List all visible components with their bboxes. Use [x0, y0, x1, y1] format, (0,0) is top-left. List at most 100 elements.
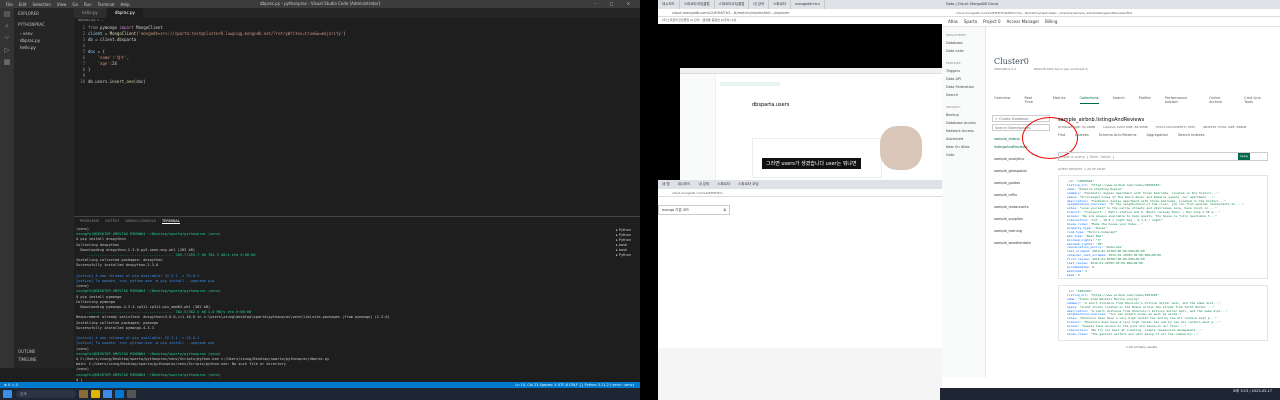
- terminal-instance[interactable]: ▸ Python: [614, 252, 640, 257]
- topbar-item[interactable]: Sparta: [964, 19, 977, 24]
- nav-item[interactable]: Database: [942, 39, 985, 47]
- vscode-taskbar-icon[interactable]: [115, 390, 124, 398]
- run-debug-icon[interactable]: ▷: [0, 44, 14, 56]
- app-icon[interactable]: [127, 390, 136, 398]
- nav-item[interactable]: Backup: [942, 111, 985, 119]
- chrome-icon[interactable]: [103, 390, 112, 398]
- tab-metrics[interactable]: Metrics: [1053, 96, 1066, 104]
- browser-tab[interactable]: 내 강의: [694, 180, 713, 189]
- taskbar-search[interactable]: 검색: [16, 390, 76, 398]
- file-item[interactable]: › venv: [14, 30, 74, 37]
- topbar-item[interactable]: Access Manager: [1007, 19, 1040, 24]
- browser-tab[interactable]: 대시보드: [674, 180, 695, 189]
- search-icon[interactable]: ⌕: [0, 20, 14, 32]
- browser-tab[interactable]: 스파르타코딩클럽: [715, 0, 750, 9]
- database-item[interactable]: sample_training: [992, 225, 1050, 237]
- status-info[interactable]: Ln 10, Col 23 Spaces: 4 UTF-8 CRLF {} Py…: [515, 383, 634, 387]
- database-item[interactable]: sample_geospatial: [992, 165, 1050, 177]
- tab-atlas[interactable]: Data | Cloud: MongoDB Cloud: [942, 0, 1002, 9]
- menu-item-help[interactable]: Help: [121, 2, 130, 7]
- database-item[interactable]: sample_supplies: [992, 213, 1050, 225]
- database-item[interactable]: sample_guides: [992, 177, 1050, 189]
- query-tab[interactable]: Schema Anti-Patterns: [1099, 133, 1137, 137]
- menu-item-go[interactable]: Go: [72, 2, 78, 7]
- database-item[interactable]: sample_weatherdata: [992, 237, 1050, 249]
- menu-item-edit[interactable]: Edit: [19, 2, 27, 7]
- source-control-icon[interactable]: ⑂: [0, 32, 14, 44]
- nav-item[interactable]: Search: [942, 91, 985, 99]
- nav-item[interactable]: Data API: [942, 75, 985, 83]
- breadcrumb[interactable]: dbprac.py > ...: [74, 18, 640, 24]
- nav-item[interactable]: Data Lake: [942, 47, 985, 55]
- nav-item[interactable]: Goto: [942, 151, 985, 159]
- address-bar[interactable]: cloud.mongodb.com/v2/63f4f7b3...#/metric…: [658, 9, 942, 17]
- file-item[interactable]: dbprac.py: [14, 37, 74, 44]
- tab-cmd-line-tools[interactable]: Cmd Line Tools: [1244, 96, 1266, 104]
- browser-tab[interactable]: mongodb+srv: [791, 0, 825, 9]
- tab-profiler[interactable]: Profiler: [1139, 96, 1151, 104]
- tab-dbprac-py[interactable]: dbprac.py: [106, 8, 144, 18]
- nav-item[interactable]: Advanced: [942, 135, 985, 143]
- query-tab[interactable]: Aggregation: [1147, 133, 1168, 137]
- panel-tab-problems[interactable]: PROBLEMS: [80, 219, 99, 223]
- timeline-section[interactable]: TIMELINE: [14, 356, 74, 363]
- query-tab[interactable]: Indexes: [1075, 133, 1089, 137]
- document-card[interactable]: _id: "10006546" listing_url: "https://www…: [1058, 175, 1268, 279]
- menu-item-file[interactable]: File: [6, 2, 13, 7]
- file-item[interactable]: hello.py: [14, 44, 74, 51]
- nav-item[interactable]: Triggers: [942, 67, 985, 75]
- address-bar-3[interactable]: cloud.mongodb.com/v2/63f4f7b3b6f07c7a1..…: [942, 9, 1280, 17]
- menu-item-run[interactable]: Run: [84, 2, 92, 7]
- window-controls[interactable]: – ▢ ✕: [594, 1, 636, 6]
- browser-tab[interactable]: 내 강의: [749, 0, 770, 9]
- extensions-icon[interactable]: ▦: [0, 56, 14, 68]
- topbar-item[interactable]: Billing: [1045, 19, 1057, 24]
- panel-tab-output[interactable]: OUTPUT: [105, 219, 119, 223]
- project-folder[interactable]: PYTHONPRAC: [14, 19, 74, 30]
- panel-tab-debug-console[interactable]: DEBUG CONSOLE: [125, 219, 156, 223]
- tab-hello-py[interactable]: hello.py: [74, 8, 107, 18]
- browser-tab[interactable]: 새 탭: [658, 180, 674, 189]
- tab-collections[interactable]: Collections: [1079, 96, 1099, 104]
- snippet-card[interactable]: mongo 기본 코드 ⧉: [658, 205, 730, 215]
- nav-item[interactable]: Network Access: [942, 127, 985, 135]
- tab-online-archive[interactable]: Online Archive: [1209, 96, 1230, 104]
- nav-item[interactable]: Data Federation: [942, 83, 985, 91]
- pagination[interactable]: 1-20 of many results: [1126, 345, 1157, 349]
- query-tab[interactable]: Search Indexes: [1178, 133, 1205, 137]
- document-card[interactable]: _id: "1001265" listing_url: "https://www.…: [1058, 285, 1268, 341]
- menu-item-terminal[interactable]: Terminal: [98, 2, 115, 7]
- code-editor[interactable]: 1 from pymongo import MongoClient 2 client …: [74, 25, 640, 215]
- filter-input[interactable]: Type a query: { field: 'value' }: [1058, 152, 1268, 161]
- browser-tab[interactable]: 대시보드: [658, 0, 680, 9]
- browser-tab[interactable]: 스파르타코딩클럽: [680, 0, 715, 9]
- panel-tab-terminal[interactable]: TERMINAL: [162, 219, 180, 224]
- file-explorer-icon[interactable]: [91, 390, 100, 398]
- tab-real-time[interactable]: Real Time: [1024, 96, 1038, 104]
- status-problems[interactable]: ⊗ 0 ⚠ 0: [4, 383, 18, 387]
- menu-item-view[interactable]: View: [57, 2, 67, 7]
- topbar-item[interactable]: Atlas: [948, 19, 958, 24]
- browser-tab[interactable]: 스파르타 코딩: [734, 180, 762, 189]
- terminal-output[interactable]: (venv) zzungful@DESKTOP-UMSV7AG MINGW64 ~…: [74, 227, 614, 383]
- explorer-icon[interactable]: ▤: [0, 8, 14, 20]
- video-player[interactable]: dbsparta.users 그러면 users가 생겼습니다 user는 뭐냐…: [658, 24, 942, 200]
- database-item[interactable]: sample_mflix: [992, 189, 1050, 201]
- apply-button[interactable]: Apply: [1238, 153, 1250, 160]
- browser-tab[interactable]: 스파르타: [769, 0, 792, 9]
- nav-item[interactable]: Database Access: [942, 119, 985, 127]
- tab-search[interactable]: Search: [1113, 96, 1125, 104]
- query-tab[interactable]: Find: [1058, 133, 1065, 137]
- outline-section[interactable]: OUTLINE: [14, 348, 74, 355]
- topbar-item[interactable]: Project 0: [983, 19, 1001, 24]
- address-bar-2[interactable]: cloud.mongodb.com/v2/63f4f7b3...: [658, 189, 942, 197]
- tab-performance-advisor[interactable]: Performance Advisor: [1165, 96, 1195, 104]
- windows-start-icon[interactable]: [3, 390, 12, 398]
- menu-item-selection[interactable]: Selection: [32, 2, 50, 7]
- tab-overview[interactable]: Overview: [994, 96, 1010, 104]
- nav-item[interactable]: New On Atlas: [942, 143, 985, 151]
- database-item[interactable]: sample_restaurants: [992, 201, 1050, 213]
- copy-icon[interactable]: ⧉: [724, 208, 727, 212]
- widget-icon[interactable]: [79, 390, 88, 398]
- browser-tab[interactable]: 스파르타: [713, 180, 734, 189]
